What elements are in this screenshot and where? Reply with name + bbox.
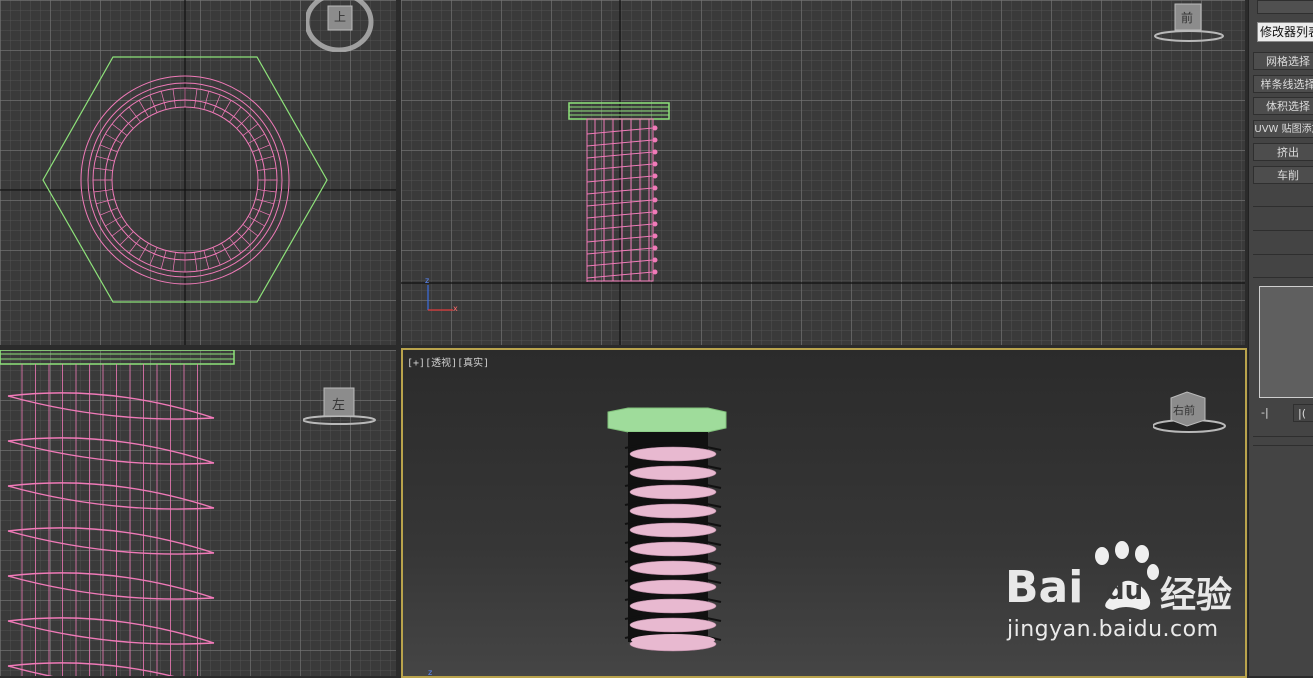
uvw-map-button[interactable]: UVW 贴图添加	[1253, 120, 1313, 138]
top-viewport[interactable]: 上	[0, 0, 396, 345]
lathe-button[interactable]: 车削	[1253, 166, 1313, 184]
mesh-select-button[interactable]: 网格选择	[1253, 52, 1313, 70]
front-viewport[interactable]: z x 前	[401, 0, 1245, 345]
viewcube-top[interactable]: 上	[304, 0, 376, 56]
panel-divider	[1253, 230, 1313, 231]
pin-stack-icon[interactable]: -|	[1261, 406, 1269, 419]
panel-divider	[1253, 445, 1313, 446]
panel-divider	[1253, 277, 1313, 278]
viewcube-perspective-label: 右前	[1173, 404, 1195, 417]
axis-z-label: z	[425, 276, 430, 285]
viewcube-front[interactable]: 前	[1153, 0, 1233, 48]
axis-x-label: x	[453, 304, 458, 313]
spline-select-button[interactable]: 样条线选择	[1253, 75, 1313, 93]
viewcube-front-label: 前	[1181, 11, 1194, 25]
object-name-field[interactable]	[1257, 0, 1313, 14]
show-end-result-icon[interactable]: |(	[1293, 404, 1313, 422]
front-view-geometry	[401, 0, 1245, 345]
viewcube-top-label: 上	[334, 10, 347, 24]
watermark-url: jingyan.baidu.com	[1007, 617, 1219, 642]
panel-divider	[1253, 254, 1313, 255]
modifier-stack-box[interactable]	[1259, 286, 1313, 398]
command-panel: 修改器列表 网格选择 样条线选择 体积选择 UVW 贴图添加 挤出 车削 -| …	[1248, 0, 1313, 676]
viewcube-left-label: 左	[332, 398, 346, 413]
panel-divider	[1253, 436, 1313, 437]
viewcube-left[interactable]: 左	[302, 386, 379, 434]
viewcube-perspective[interactable]: 右前	[1152, 388, 1229, 442]
volume-select-button[interactable]: 体积选择	[1253, 97, 1313, 115]
extrude-button[interactable]: 挤出	[1253, 143, 1313, 161]
modifier-list-dropdown[interactable]: 修改器列表	[1257, 22, 1313, 42]
panel-divider	[1253, 206, 1313, 207]
left-viewport[interactable]: 左	[0, 350, 396, 676]
